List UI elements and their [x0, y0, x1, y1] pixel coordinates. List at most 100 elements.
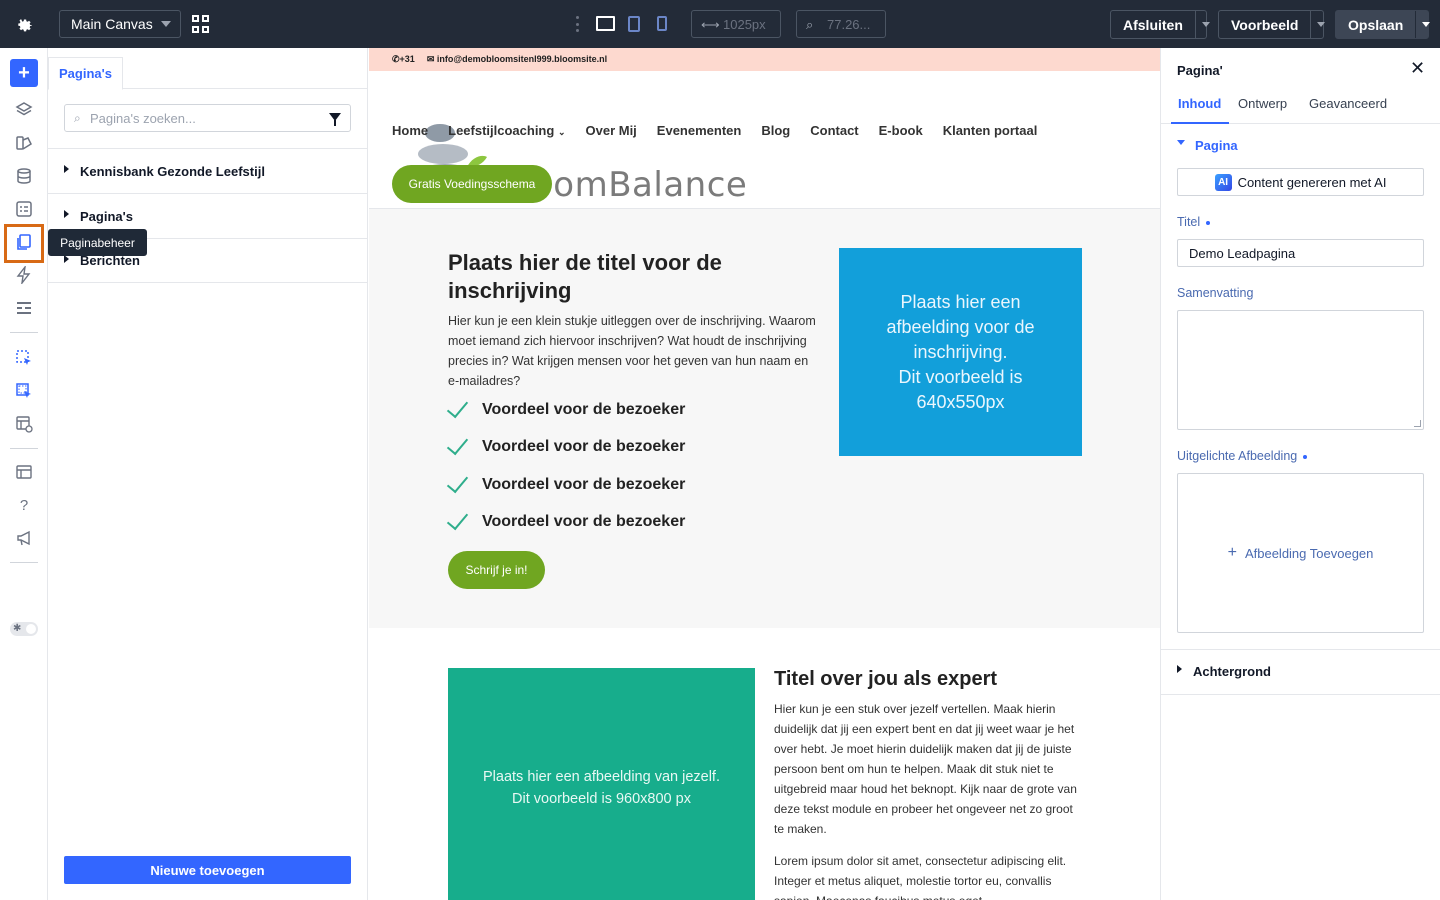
title-field-label: Titel: [1177, 215, 1211, 229]
close-icon[interactable]: ✕: [1410, 58, 1425, 79]
canvas-select[interactable]: Main Canvas: [59, 10, 181, 38]
templates-icon[interactable]: [10, 458, 38, 486]
expert-text: Hier kun je een stuk over jezelf vertell…: [774, 699, 1084, 900]
expand-arrow-icon: [1177, 664, 1182, 673]
zoom-value: 77.26...: [827, 16, 871, 32]
canvas-select-value: Main Canvas: [71, 16, 153, 32]
theme-icon[interactable]: [10, 129, 38, 157]
free-schedule-button[interactable]: Gratis Voedingsschema: [392, 165, 552, 203]
rail-divider: [10, 562, 38, 563]
close-button[interactable]: Afsluiten: [1110, 10, 1211, 39]
collapse-arrow-icon: [1177, 140, 1185, 145]
ai-icon: AI: [1214, 173, 1232, 191]
expert-section: Plaats hier een afbeelding van jezelf. D…: [369, 628, 1160, 900]
close-button-label: Afsluiten: [1123, 16, 1183, 33]
tab-inhoud[interactable]: Inhoud: [1178, 96, 1221, 111]
expand-arrow-icon[interactable]: [64, 165, 69, 173]
theme-toggle[interactable]: ✱: [10, 622, 38, 636]
left-icon-rail: + ? ✱: [0, 48, 48, 900]
preview-layout-icon[interactable]: [10, 410, 38, 438]
more-vertical-icon[interactable]: [575, 16, 579, 32]
modified-dot: [1206, 220, 1211, 225]
signup-image-placeholder[interactable]: Plaats hier een afbeelding voor de insch…: [839, 248, 1082, 456]
nav-item-over-mij[interactable]: Over Mij: [586, 123, 637, 138]
add-icon[interactable]: +: [10, 59, 38, 87]
canvas-width-input[interactable]: ⟷ 1025px: [691, 10, 781, 38]
image-caption-line2: Dit voorbeeld is 640x550px: [898, 366, 1023, 412]
tree-item-kennisbank[interactable]: Kennisbank Gezonde Leefstijl: [48, 148, 367, 193]
preview-dropdown-chevron-icon[interactable]: [1310, 11, 1325, 38]
featured-image-dropzone[interactable]: + Afbeelding Toevoegen: [1177, 473, 1424, 633]
benefit-label: Voordeel voor de bezoeker: [482, 401, 686, 418]
nav-item-ebook[interactable]: E-book: [879, 123, 923, 138]
benefit-item: Voordeel voor de bezoeker: [446, 432, 685, 459]
signup-text: Hier kun je een klein stukje uitleggen o…: [448, 314, 816, 388]
database-icon[interactable]: [10, 162, 38, 190]
zoom-input[interactable]: ⌕ 77.26...: [796, 10, 886, 38]
signup-button[interactable]: Schrijf je in!: [448, 551, 545, 589]
tab-ontwerp[interactable]: Ontwerp: [1238, 96, 1287, 111]
desktop-view-icon[interactable]: [596, 16, 615, 31]
nav-item-home[interactable]: Home: [392, 123, 428, 138]
add-new-button[interactable]: Nieuwe toevoegen: [64, 856, 351, 884]
image-caption-line1: Plaats hier een afbeelding voor de insch…: [886, 291, 1035, 362]
close-dropdown-chevron-icon[interactable]: [1194, 11, 1211, 38]
benefit-item: Voordeel voor de bezoeker: [446, 470, 685, 497]
nav-item-blog[interactable]: Blog: [761, 123, 790, 138]
benefit-item: Voordeel voor de bezoeker: [446, 507, 685, 534]
settings-gear-icon[interactable]: [0, 0, 48, 48]
nav-item-evenementen[interactable]: Evenementen: [657, 123, 742, 138]
pages-search-input[interactable]: ⌕ Pagina's zoeken...: [64, 104, 351, 132]
sections-icon[interactable]: [10, 294, 38, 322]
site-nav: Home Leefstijlcoaching ⌄ Over Mij Evenem…: [392, 123, 1037, 138]
pages-icon[interactable]: [10, 228, 38, 256]
sun-icon: ✱: [13, 623, 22, 634]
help-icon[interactable]: ?: [10, 491, 38, 519]
save-dropdown-chevron-icon[interactable]: [1415, 11, 1430, 38]
properties-panel: Pagina' ✕ Inhoud Ontwerp Geavanceerd Pag…: [1160, 48, 1440, 900]
logo-text: oomBalance: [532, 165, 748, 205]
preview-button[interactable]: Voorbeeld: [1218, 10, 1325, 39]
summary-textarea[interactable]: [1177, 310, 1424, 430]
resize-width-icon: ⟷: [701, 17, 720, 32]
phone-item[interactable]: ✆+31: [392, 54, 415, 65]
mobile-view-icon[interactable]: [657, 16, 667, 31]
save-button-label: Opslaan: [1348, 16, 1404, 33]
section-pagina-header[interactable]: Pagina: [1177, 138, 1238, 153]
expand-arrow-icon[interactable]: [64, 210, 69, 218]
preview-button-label: Voorbeeld: [1231, 16, 1299, 33]
grid-apps-icon[interactable]: [192, 15, 210, 33]
chevron-down-icon: ⌄: [557, 127, 566, 137]
section-divider: [1161, 649, 1440, 650]
element-picker-icon[interactable]: [10, 344, 38, 372]
section-achtergrond-header[interactable]: Achtergrond: [1177, 664, 1271, 679]
expert-image-placeholder[interactable]: Plaats hier een afbeelding van jezelf. D…: [448, 668, 755, 900]
expand-arrow-icon[interactable]: [64, 255, 69, 263]
tablet-view-icon[interactable]: [628, 16, 640, 32]
announcement-icon[interactable]: [10, 524, 38, 552]
top-toolbar: Main Canvas ⟷ 1025px ⌕ 77.26... Afsluite…: [0, 0, 1440, 48]
multi-picker-icon[interactable]: [10, 377, 38, 405]
tab-pages[interactable]: Pagina's: [48, 57, 123, 90]
nav-item-contact[interactable]: Contact: [810, 123, 858, 138]
rail-divider: [10, 332, 38, 333]
filter-icon[interactable]: [329, 113, 341, 126]
forms-icon[interactable]: [10, 195, 38, 223]
ai-generate-button[interactable]: AI Content genereren met AI: [1177, 168, 1424, 196]
email-item[interactable]: ✉ info@demobloomsitenl999.bloomsite.nl: [427, 54, 607, 65]
page-canvas[interactable]: ✆+31 ✉ info@demobloomsitenl999.bloomsite…: [369, 48, 1160, 900]
title-label-text: Titel: [1177, 215, 1201, 229]
title-input[interactable]: Demo Leadpagina: [1177, 239, 1424, 267]
signup-title: Plaats hier de titel voor de inschrijvin…: [448, 250, 722, 303]
nav-item-leefstijlcoaching[interactable]: Leefstijlcoaching ⌄: [448, 123, 565, 138]
check-icon: [446, 432, 469, 456]
zoom-search-icon: ⌕: [806, 17, 814, 32]
featured-image-label: Uitgelichte Afbeelding: [1177, 449, 1308, 463]
tree-item-label: Pagina's: [80, 208, 133, 224]
save-button[interactable]: Opslaan: [1335, 10, 1430, 39]
layers-icon[interactable]: [10, 96, 38, 124]
lightning-icon[interactable]: [10, 261, 38, 289]
expert-title: Titel over jou als expert: [774, 668, 998, 690]
tab-geavanceerd[interactable]: Geavanceerd: [1309, 96, 1387, 111]
nav-item-klanten-portaal[interactable]: Klanten portaal: [943, 123, 1038, 138]
